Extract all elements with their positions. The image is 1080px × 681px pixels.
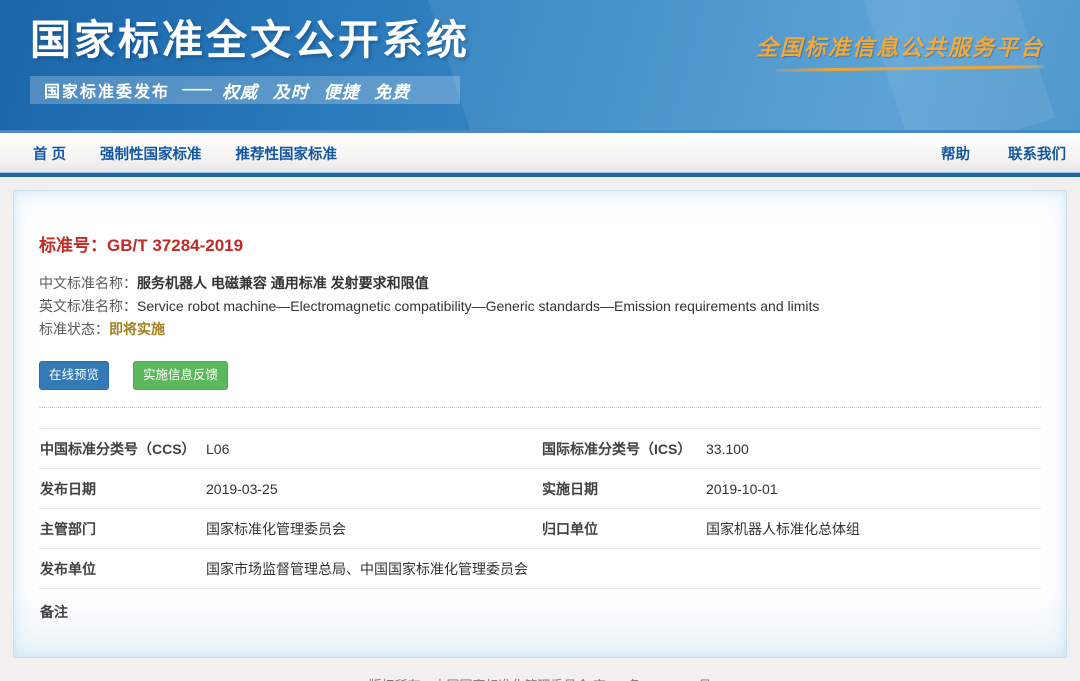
issuing-unit-value: 国家市场监督管理总局、中国国家标准化管理委员会	[206, 559, 1041, 579]
slogan-text: 权威 及时 便捷 免费	[222, 78, 410, 103]
cn-name-label: 中文标准名称：	[39, 275, 137, 291]
en-name-label: 英文标准名称：	[39, 298, 137, 314]
nav-left-group: 首 页 强制性国家标准 推荐性国家标准	[33, 143, 337, 164]
en-name-value: Service robot machine—Electromagnetic co…	[137, 298, 819, 314]
dotted-separator	[39, 407, 1041, 408]
table-row-dates: 发布日期 2019-03-25 实施日期 2019-10-01	[39, 469, 1041, 509]
competent-dept-label: 主管部门	[39, 519, 206, 539]
implementation-feedback-button[interactable]: 实施信息反馈	[133, 361, 228, 390]
ics-label: 国际标准分类号（ICS）	[541, 439, 706, 459]
standard-detail-card: 标准号：GB/T 37284-2019 中文标准名称：服务机器人 电磁兼容 通用…	[13, 190, 1067, 658]
implement-date-label: 实施日期	[541, 479, 706, 499]
table-row-departments: 主管部门 国家标准化管理委员会 归口单位 国家机器人标准化总体组	[39, 509, 1041, 549]
issuing-unit-label: 发布单位	[39, 559, 206, 579]
status-badge: 即将实施	[109, 321, 165, 337]
nav-item-help[interactable]: 帮助	[941, 143, 970, 164]
main-content-area: 标准号：GB/T 37284-2019 中文标准名称：服务机器人 电磁兼容 通用…	[0, 177, 1080, 658]
implement-date-value: 2019-10-01	[706, 481, 1041, 497]
cn-name-value: 服务机器人 电磁兼容 通用标准 发射要求和限值	[137, 275, 429, 291]
main-navigation: 首 页 强制性国家标准 推荐性国家标准 帮助 联系我们	[0, 130, 1080, 177]
remarks-label: 备注	[39, 602, 206, 622]
centralized-unit-label: 归口单位	[541, 519, 706, 539]
page-footer: 版权所有：中国国家标准化管理委员会 京ICP备09001239号	[0, 658, 1080, 681]
online-preview-button[interactable]: 在线预览	[39, 361, 109, 390]
en-name-line: 英文标准名称：Service robot machine—Electromagn…	[39, 295, 1041, 318]
nav-item-recommended-standards[interactable]: 推荐性国家标准	[236, 143, 338, 164]
competent-dept-value: 国家标准化管理委员会	[206, 519, 541, 539]
ccs-label: 中国标准分类号（CCS）	[39, 439, 206, 459]
platform-logo[interactable]: 全国标准信息公共服务平台	[756, 30, 1044, 70]
table-row-classification: 中国标准分类号（CCS） L06 国际标准分类号（ICS） 33.100	[39, 429, 1041, 469]
platform-underline-decor	[776, 65, 1044, 72]
table-row-remarks: 备注	[39, 589, 1041, 639]
ccs-value: L06	[206, 441, 541, 457]
publisher-label: 国家标准委发布	[44, 78, 170, 102]
publish-date-value: 2019-03-25	[206, 481, 541, 497]
action-button-row: 在线预览 实施信息反馈	[39, 361, 1041, 390]
ics-value: 33.100	[706, 441, 1041, 457]
nav-item-mandatory-standards[interactable]: 强制性国家标准	[100, 143, 202, 164]
nav-right-group: 帮助 联系我们	[941, 143, 1066, 164]
centralized-unit-value: 国家机器人标准化总体组	[706, 519, 1041, 539]
standard-number-heading: 标准号：GB/T 37284-2019	[39, 231, 1041, 256]
site-title: 国家标准全文公开系统	[30, 6, 470, 66]
standard-number-label: 标准号：	[39, 236, 107, 255]
nav-item-contact[interactable]: 联系我们	[1008, 143, 1066, 164]
subtitle-dash: ——	[182, 81, 210, 99]
publish-date-label: 发布日期	[39, 479, 206, 499]
standard-number-value: GB/T 37284-2019	[107, 236, 243, 255]
site-header: 国家标准全文公开系统 国家标准委发布 —— 权威 及时 便捷 免费 全国标准信息…	[0, 0, 1080, 130]
standard-info-table: 中国标准分类号（CCS） L06 国际标准分类号（ICS） 33.100 发布日…	[39, 428, 1041, 639]
cn-name-line: 中文标准名称：服务机器人 电磁兼容 通用标准 发射要求和限值	[39, 272, 1041, 295]
header-subtitle-band: 国家标准委发布 —— 权威 及时 便捷 免费	[30, 76, 460, 104]
status-label: 标准状态：	[39, 321, 109, 337]
nav-item-home[interactable]: 首 页	[33, 143, 66, 164]
table-row-issuing-unit: 发布单位 国家市场监督管理总局、中国国家标准化管理委员会	[39, 549, 1041, 589]
platform-name[interactable]: 全国标准信息公共服务平台	[756, 30, 1044, 62]
status-line: 标准状态：即将实施	[39, 318, 1041, 341]
